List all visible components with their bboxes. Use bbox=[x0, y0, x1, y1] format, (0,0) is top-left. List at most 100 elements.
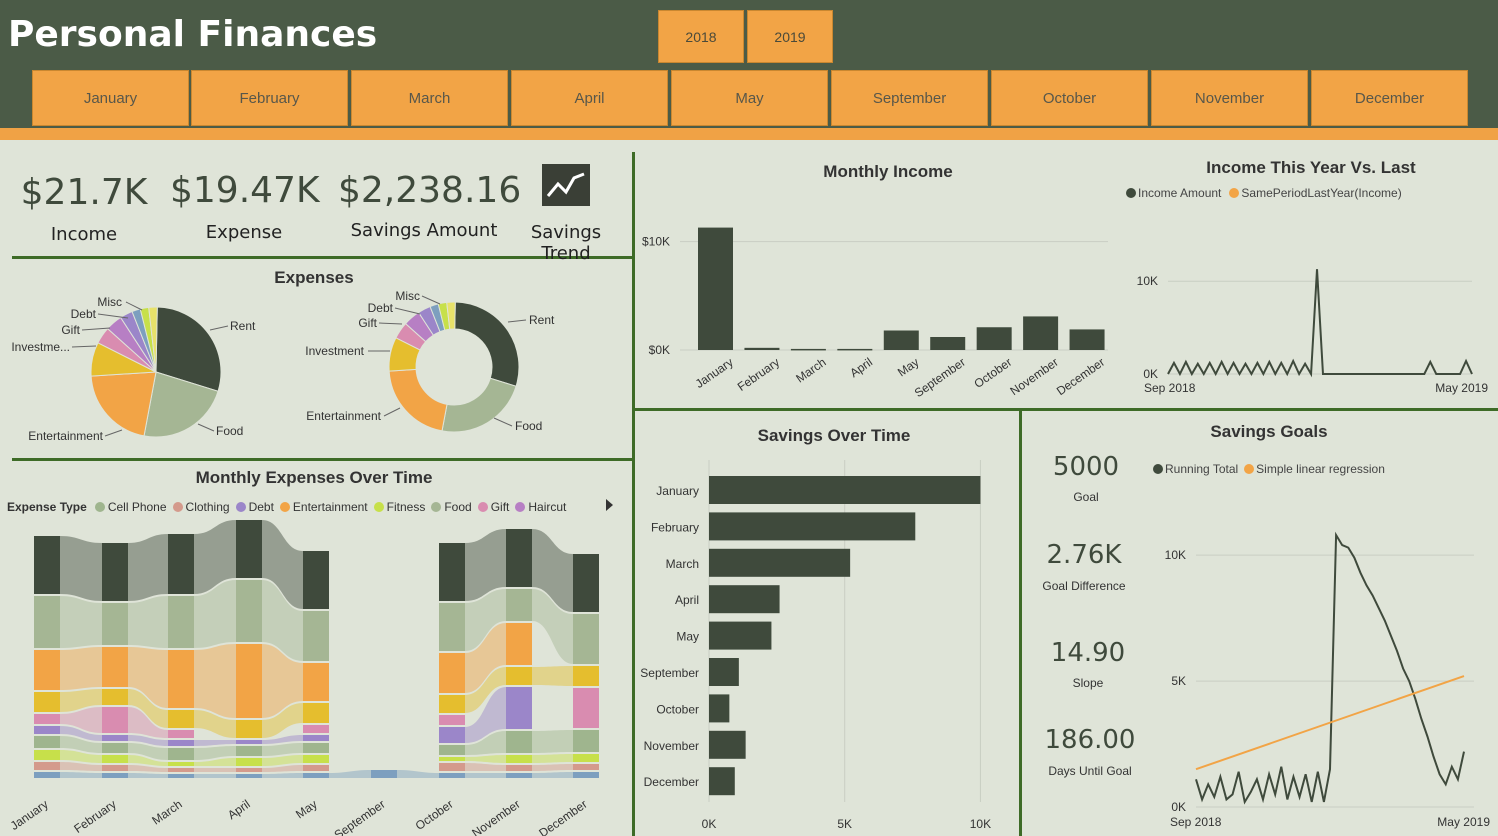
expense-bar-segment[interactable] bbox=[102, 543, 128, 601]
expense-legend-item[interactable]: Cell Phone bbox=[94, 500, 167, 514]
expense-bar-segment[interactable] bbox=[439, 773, 465, 778]
expense-bar-segment[interactable] bbox=[236, 520, 262, 578]
expense-bar-segment[interactable] bbox=[439, 763, 465, 771]
expense-bar-segment[interactable] bbox=[102, 647, 128, 687]
income-bar[interactable] bbox=[1023, 316, 1059, 350]
month-slicer-may[interactable]: May bbox=[671, 70, 828, 126]
expense-bar-segment[interactable] bbox=[506, 773, 532, 778]
running-total-line[interactable] bbox=[1195, 531, 1465, 805]
savings-bar[interactable] bbox=[709, 730, 746, 759]
expense-bar-segment[interactable] bbox=[303, 735, 329, 741]
income-bar[interactable] bbox=[744, 347, 780, 350]
expense-bar-segment[interactable] bbox=[439, 745, 465, 755]
donut-slice-food[interactable] bbox=[441, 377, 517, 433]
expense-bar-segment[interactable] bbox=[506, 667, 532, 685]
expense-bar-segment[interactable] bbox=[168, 730, 194, 738]
expense-bar-segment[interactable] bbox=[168, 650, 194, 708]
month-slicer-october[interactable]: October bbox=[991, 70, 1148, 126]
expense-bar-segment[interactable] bbox=[34, 650, 60, 690]
expense-bar-segment[interactable] bbox=[303, 551, 329, 609]
savings-bar[interactable] bbox=[709, 694, 730, 723]
expense-legend-item[interactable]: Entertainment bbox=[279, 500, 368, 514]
savings-bar[interactable] bbox=[709, 658, 739, 686]
savings-goals-chart[interactable]: 10K 5K 0KSep 2018 May 2019 bbox=[1146, 520, 1498, 836]
month-slicer-february[interactable]: February bbox=[191, 70, 348, 126]
expense-bar-segment[interactable] bbox=[102, 707, 128, 733]
expense-bar-segment[interactable] bbox=[506, 765, 532, 771]
expense-legend-item[interactable]: Clothing bbox=[172, 500, 230, 514]
expense-legend-item[interactable]: Food bbox=[431, 500, 472, 514]
income-bar[interactable] bbox=[930, 337, 966, 350]
expense-bar-segment[interactable] bbox=[506, 731, 532, 753]
monthly-income-chart[interactable]: $10K $0K January February March April MaySepte… bbox=[636, 190, 1116, 406]
expense-bar-segment[interactable] bbox=[168, 774, 194, 778]
month-slicer-january[interactable]: January bbox=[32, 70, 189, 126]
expense-bar-segment[interactable] bbox=[303, 755, 329, 763]
expense-bar-segment[interactable] bbox=[34, 692, 60, 712]
donut-slice-entertainment[interactable] bbox=[388, 368, 448, 432]
income-bar[interactable] bbox=[1069, 329, 1105, 350]
expense-bar-segment[interactable] bbox=[34, 536, 60, 594]
expense-bar-segment[interactable] bbox=[102, 735, 128, 741]
expense-bar-segment[interactable] bbox=[34, 714, 60, 724]
savings-bar[interactable] bbox=[709, 548, 851, 577]
month-slicer-november[interactable]: November bbox=[1151, 70, 1308, 126]
expense-bar-segment[interactable] bbox=[573, 772, 599, 778]
expense-bar-segment[interactable] bbox=[439, 543, 465, 601]
legend-next-arrow-icon[interactable] bbox=[606, 499, 613, 511]
year-slicer-2019[interactable]: 2019 bbox=[747, 10, 833, 63]
expense-bar-segment[interactable] bbox=[236, 758, 262, 766]
expense-bar-segment[interactable] bbox=[573, 754, 599, 762]
expense-bar-segment[interactable] bbox=[439, 727, 465, 743]
expense-bar-segment[interactable] bbox=[303, 663, 329, 701]
expense-bar-segment[interactable] bbox=[573, 614, 599, 664]
expense-bar-segment[interactable] bbox=[168, 748, 194, 760]
expense-bar-segment[interactable] bbox=[506, 529, 532, 587]
expense-bar-segment[interactable] bbox=[168, 740, 194, 746]
income-vs-last-chart[interactable]: 10K 0KSep 2018 May 2019 bbox=[1122, 244, 1498, 404]
expense-bar-segment[interactable] bbox=[102, 743, 128, 753]
income-bar[interactable] bbox=[837, 348, 873, 351]
expenses-pie[interactable] bbox=[90, 306, 222, 438]
expense-bar-segment[interactable] bbox=[439, 715, 465, 725]
expense-bar-segment[interactable] bbox=[102, 765, 128, 771]
expense-bar-segment[interactable] bbox=[236, 720, 262, 738]
expense-bar-segment[interactable] bbox=[573, 730, 599, 752]
expense-legend-item[interactable]: Haircut bbox=[515, 500, 566, 514]
expense-bar-segment[interactable] bbox=[303, 743, 329, 753]
expense-legend-item[interactable]: Debt bbox=[235, 500, 274, 514]
expense-bar-segment[interactable] bbox=[439, 603, 465, 651]
expense-bar-segment[interactable] bbox=[168, 762, 194, 766]
expenses-donut[interactable] bbox=[388, 301, 520, 433]
savings-bar[interactable] bbox=[709, 621, 772, 650]
expense-bar-segment[interactable] bbox=[236, 774, 262, 778]
expense-bar-segment[interactable] bbox=[506, 687, 532, 729]
pie-slice-entertainment[interactable] bbox=[90, 371, 157, 437]
expense-bar-segment[interactable] bbox=[573, 688, 599, 728]
income-amount-line[interactable] bbox=[1167, 269, 1473, 378]
month-slicer-march[interactable]: March bbox=[351, 70, 508, 126]
expense-bar-segment[interactable] bbox=[34, 596, 60, 648]
savings-bar[interactable] bbox=[709, 585, 780, 614]
expense-bar-segment[interactable] bbox=[102, 689, 128, 705]
expense-bar-segment[interactable] bbox=[371, 770, 397, 778]
expense-bar-segment[interactable] bbox=[573, 666, 599, 686]
expense-bar-segment[interactable] bbox=[236, 580, 262, 642]
income-bar[interactable] bbox=[790, 348, 826, 351]
month-slicer-april[interactable]: April bbox=[511, 70, 668, 126]
expense-bar-segment[interactable] bbox=[34, 762, 60, 770]
expense-bar-segment[interactable] bbox=[439, 653, 465, 693]
expense-bar-segment[interactable] bbox=[102, 603, 128, 645]
monthly-expenses-chart[interactable]: January February March April May September Oct… bbox=[0, 520, 632, 836]
month-slicer-december[interactable]: December bbox=[1311, 70, 1468, 126]
expense-bar-segment[interactable] bbox=[168, 710, 194, 728]
expense-bar-segment[interactable] bbox=[303, 725, 329, 733]
expense-bar-segment[interactable] bbox=[102, 773, 128, 778]
expense-bar-segment[interactable] bbox=[303, 703, 329, 723]
expense-bar-segment[interactable] bbox=[236, 768, 262, 772]
expense-bar-segment[interactable] bbox=[168, 768, 194, 772]
income-bar[interactable] bbox=[698, 227, 733, 350]
expense-bar-segment[interactable] bbox=[506, 623, 532, 665]
expense-bar-segment[interactable] bbox=[303, 765, 329, 771]
trend-line-icon[interactable] bbox=[542, 164, 590, 206]
